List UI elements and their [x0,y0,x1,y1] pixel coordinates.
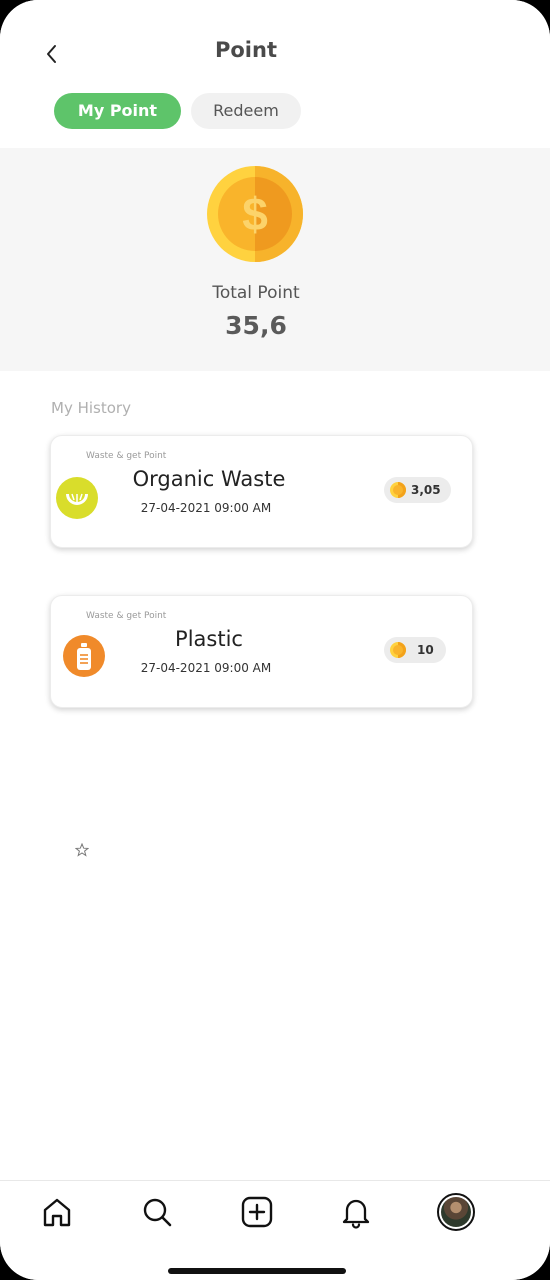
points-badge: 10 [384,637,446,663]
tab-my-point[interactable]: My Point [54,93,181,129]
history-card[interactable]: Waste & get Point Organic Waste 27-04-20… [50,435,473,548]
add-icon[interactable] [240,1195,274,1229]
total-point-label: Total Point [212,283,300,303]
total-point-panel: $ Total Point 35,6 [0,148,550,371]
svg-text:$: $ [242,188,268,240]
card-caption: Waste & get Point [86,611,167,621]
card-caption: Waste & get Point [86,451,167,461]
history-title: My History [51,399,131,417]
coin-icon: $ [207,166,303,262]
points-badge: 3,05 [384,477,451,503]
phone-screen: Point My Point Redeem $ Total Point 35,6… [0,0,550,1280]
bottom-nav [0,1180,550,1280]
search-icon[interactable] [140,1195,174,1229]
points-value: 10 [417,643,434,657]
card-title: Plastic [175,627,243,651]
home-icon[interactable] [40,1195,74,1229]
card-title: Organic Waste [132,467,286,491]
avatar-image [441,1197,471,1227]
bell-icon[interactable] [339,1195,373,1229]
tab-redeem[interactable]: Redeem [191,93,301,129]
coin-icon [390,642,406,658]
profile-avatar[interactable] [437,1193,475,1231]
card-date: 27-04-2021 09:00 AM [140,501,272,515]
coin-icon [390,482,406,498]
card-date: 27-04-2021 09:00 AM [140,661,272,675]
home-indicator [168,1268,346,1274]
points-value: 3,05 [411,483,441,497]
star-icon [75,843,89,857]
header: Point My Point Redeem [0,0,550,148]
page-title: Point [214,38,277,62]
total-point-value: 35,6 [225,311,287,340]
history-card[interactable]: Waste & get Point Plastic 27-04-2021 09:… [50,595,473,708]
